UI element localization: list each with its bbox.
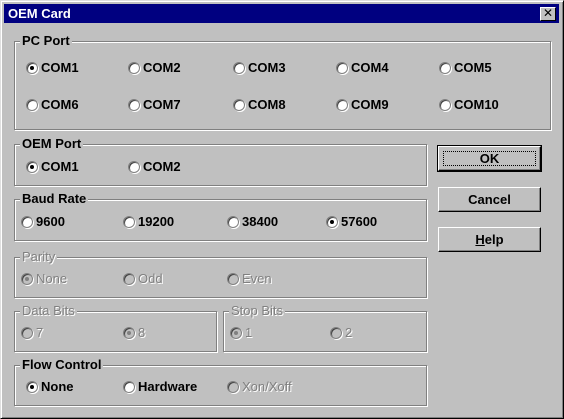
radio-circle-icon xyxy=(21,216,33,228)
radio-circle-icon xyxy=(123,327,135,339)
ok-button[interactable]: OK xyxy=(437,145,542,172)
radio-circle-icon xyxy=(123,381,135,393)
radio-circle-icon xyxy=(123,273,135,285)
flow-hardware-radio[interactable]: Hardware xyxy=(123,379,197,395)
baud-38400-radio[interactable]: 38400 xyxy=(227,214,278,230)
parity-even-radio: Even xyxy=(227,271,272,287)
oem-card-dialog: OEM Card ✕ PC Port COM1 COM2 COM3 COM4 C… xyxy=(0,0,564,419)
help-button[interactable]: Help xyxy=(438,227,541,252)
radio-circle-icon xyxy=(233,62,245,74)
flow-none-radio[interactable]: None xyxy=(26,379,74,395)
radio-circle-icon xyxy=(227,216,239,228)
radio-circle-icon xyxy=(233,99,245,111)
oem-port-com2-radio[interactable]: COM2 xyxy=(128,159,181,175)
oem-port-label: OEM Port xyxy=(20,136,84,151)
parity-group: Parity None Odd Even xyxy=(14,249,427,298)
data-bits-group: Data Bits 7 8 xyxy=(14,303,217,352)
stop-bits-group: Stop Bits 1 2 xyxy=(223,303,427,352)
parity-none-radio: None xyxy=(21,271,67,287)
pc-port-com8-radio[interactable]: COM8 xyxy=(233,97,286,113)
oem-port-group: OEM Port COM1 COM2 xyxy=(14,136,427,186)
pc-port-com1-radio[interactable]: COM1 xyxy=(26,60,79,76)
pc-port-com9-radio[interactable]: COM9 xyxy=(336,97,389,113)
radio-circle-icon xyxy=(26,161,38,173)
flow-control-group: Flow Control None Hardware Xon/Xoff xyxy=(14,357,427,406)
cancel-button[interactable]: Cancel xyxy=(438,187,541,212)
close-icon[interactable]: ✕ xyxy=(540,7,556,21)
radio-circle-icon xyxy=(21,273,33,285)
pc-port-com6-radio[interactable]: COM6 xyxy=(26,97,79,113)
radio-circle-icon xyxy=(230,327,242,339)
radio-circle-icon xyxy=(128,99,140,111)
stop-bits-1-radio: 1 xyxy=(230,325,252,341)
baud-rate-label: Baud Rate xyxy=(20,191,89,206)
title-bar[interactable]: OEM Card ✕ xyxy=(4,4,559,23)
pc-port-com7-radio[interactable]: COM7 xyxy=(128,97,181,113)
radio-circle-icon xyxy=(326,216,338,228)
pc-port-com3-radio[interactable]: COM3 xyxy=(233,60,286,76)
window-title: OEM Card xyxy=(8,6,71,21)
pc-port-com5-radio[interactable]: COM5 xyxy=(439,60,492,76)
stop-bits-label: Stop Bits xyxy=(229,303,286,318)
radio-circle-icon xyxy=(123,216,135,228)
radio-circle-icon xyxy=(336,99,348,111)
radio-circle-icon xyxy=(26,62,38,74)
radio-circle-icon xyxy=(439,99,451,111)
baud-rate-group: Baud Rate 9600 19200 38400 57600 xyxy=(14,191,427,241)
radio-circle-icon xyxy=(227,273,239,285)
radio-circle-icon xyxy=(330,327,342,339)
radio-circle-icon xyxy=(21,327,33,339)
baud-57600-radio[interactable]: 57600 xyxy=(326,214,377,230)
pc-port-com2-radio[interactable]: COM2 xyxy=(128,60,181,76)
data-bits-8-radio: 8 xyxy=(123,325,145,341)
radio-circle-icon xyxy=(128,161,140,173)
flow-xon-xoff-radio: Xon/Xoff xyxy=(227,379,292,395)
radio-circle-icon xyxy=(26,381,38,393)
baud-19200-radio[interactable]: 19200 xyxy=(123,214,174,230)
radio-circle-icon xyxy=(26,99,38,111)
pc-port-group: PC Port COM1 COM2 COM3 COM4 COM5 COM6 CO… xyxy=(14,33,551,130)
radio-circle-icon xyxy=(227,381,239,393)
data-bits-7-radio: 7 xyxy=(21,325,43,341)
pc-port-com10-radio[interactable]: COM10 xyxy=(439,97,499,113)
parity-odd-radio: Odd xyxy=(123,271,163,287)
radio-circle-icon xyxy=(439,62,451,74)
data-bits-label: Data Bits xyxy=(20,303,77,318)
pc-port-com4-radio[interactable]: COM4 xyxy=(336,60,389,76)
radio-circle-icon xyxy=(336,62,348,74)
parity-label: Parity xyxy=(20,249,58,264)
pc-port-label: PC Port xyxy=(20,33,72,48)
radio-circle-icon xyxy=(128,62,140,74)
oem-port-com1-radio[interactable]: COM1 xyxy=(26,159,79,175)
flow-control-label: Flow Control xyxy=(20,357,104,372)
stop-bits-2-radio: 2 xyxy=(330,325,352,341)
baud-9600-radio[interactable]: 9600 xyxy=(21,214,65,230)
